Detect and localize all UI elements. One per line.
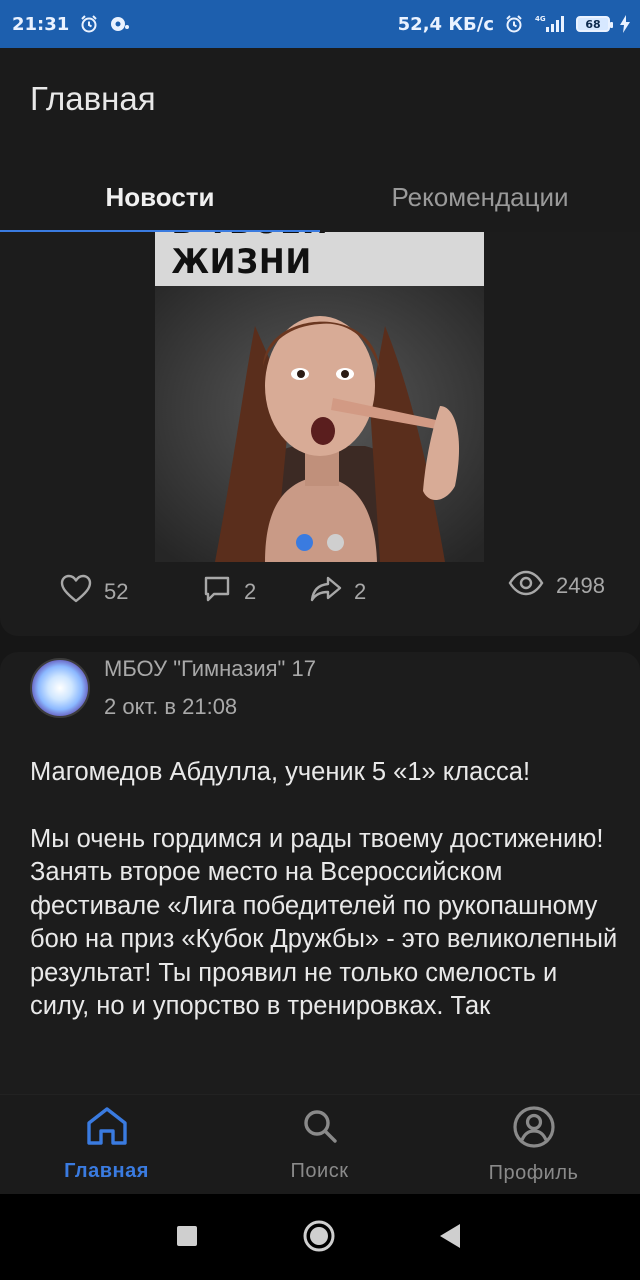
nav-profile[interactable]: Профиль bbox=[427, 1105, 640, 1191]
tab-recommendations[interactable]: Рекомендации bbox=[320, 166, 640, 228]
nav-home[interactable]: Главная bbox=[0, 1105, 213, 1191]
app-bar: Главная Новости Рекомендации bbox=[0, 48, 640, 234]
alarm-icon bbox=[504, 14, 524, 34]
nav-search-label: Поиск bbox=[290, 1160, 349, 1182]
charging-icon bbox=[620, 15, 630, 33]
post-paragraph: Мы очень гордимся и рады твоему достижен… bbox=[30, 824, 618, 1021]
nav-search[interactable]: Поиск bbox=[213, 1105, 426, 1191]
post-paragraph: Магомедов Абдулла, ученик 5 «1» класса! bbox=[30, 758, 531, 786]
signal-icon: 4G bbox=[534, 14, 566, 34]
image-caption: В ТВОЕЙ ЖИЗНИ bbox=[171, 232, 327, 282]
heart-icon bbox=[60, 574, 92, 610]
profile-icon bbox=[512, 1105, 556, 1154]
nav-home-label: Главная bbox=[64, 1160, 149, 1182]
battery-icon: 68 bbox=[576, 16, 613, 32]
post-actions: 52 2 2 2498 bbox=[0, 570, 640, 614]
notification-icon bbox=[109, 14, 131, 34]
back-button[interactable] bbox=[438, 1222, 462, 1255]
share-count: 2 bbox=[354, 579, 367, 604]
comment-icon bbox=[202, 574, 232, 610]
home-icon bbox=[85, 1105, 129, 1152]
post-image-carousel[interactable]: В ТВОЕЙ ЖИЗНИ bbox=[155, 232, 484, 562]
post-date: 2 окт. в 21:08 bbox=[104, 694, 238, 719]
image-banner: В ТВОЕЙ ЖИЗНИ bbox=[155, 232, 484, 286]
network-speed: 52,4 КБ/с bbox=[397, 13, 494, 35]
post-author[interactable]: МБОУ "Гимназия" 17 bbox=[104, 656, 316, 682]
status-time: 21:31 bbox=[12, 13, 70, 35]
carousel-indicator bbox=[155, 534, 484, 551]
system-navigation-bar bbox=[0, 1194, 640, 1280]
recent-apps-button[interactable] bbox=[175, 1224, 199, 1253]
text-fade bbox=[0, 1052, 640, 1094]
tab-news[interactable]: Новости bbox=[0, 166, 320, 228]
bottom-navigation: Главная Поиск Профиль bbox=[0, 1094, 640, 1195]
views-counter: 2498 bbox=[508, 570, 605, 602]
post-photo bbox=[155, 286, 484, 562]
page-title: Главная bbox=[30, 80, 156, 117]
home-button[interactable] bbox=[302, 1219, 336, 1258]
news-feed[interactable]: В ТВОЕЙ ЖИЗНИ bbox=[0, 232, 640, 1094]
tab-bar: Новости Рекомендации bbox=[0, 166, 640, 232]
status-bar: 21:31 52,4 КБ/с 4G 68 bbox=[0, 0, 640, 48]
comment-count: 2 bbox=[244, 579, 257, 604]
post-card: В ТВОЕЙ ЖИЗНИ bbox=[0, 232, 640, 636]
post-text[interactable]: Магомедов Абдулла, ученик 5 «1» класса! … bbox=[30, 756, 620, 1057]
svg-text:4G: 4G bbox=[535, 15, 546, 23]
avatar[interactable] bbox=[30, 658, 90, 718]
carousel-dot-active[interactable] bbox=[295, 534, 313, 551]
share-button[interactable]: 2 bbox=[310, 574, 366, 610]
comment-button[interactable]: 2 bbox=[202, 574, 256, 610]
nav-profile-label: Профиль bbox=[488, 1162, 579, 1184]
alarm-icon bbox=[79, 14, 99, 34]
view-count: 2498 bbox=[556, 573, 605, 598]
carousel-dot[interactable] bbox=[326, 534, 344, 551]
search-icon bbox=[299, 1105, 341, 1152]
like-button[interactable]: 52 bbox=[60, 574, 128, 610]
like-count: 52 bbox=[104, 579, 129, 604]
share-icon bbox=[310, 574, 342, 610]
post-card: МБОУ "Гимназия" 17 2 окт. в 21:08 Магоме… bbox=[0, 652, 640, 1094]
eye-icon bbox=[508, 570, 544, 602]
